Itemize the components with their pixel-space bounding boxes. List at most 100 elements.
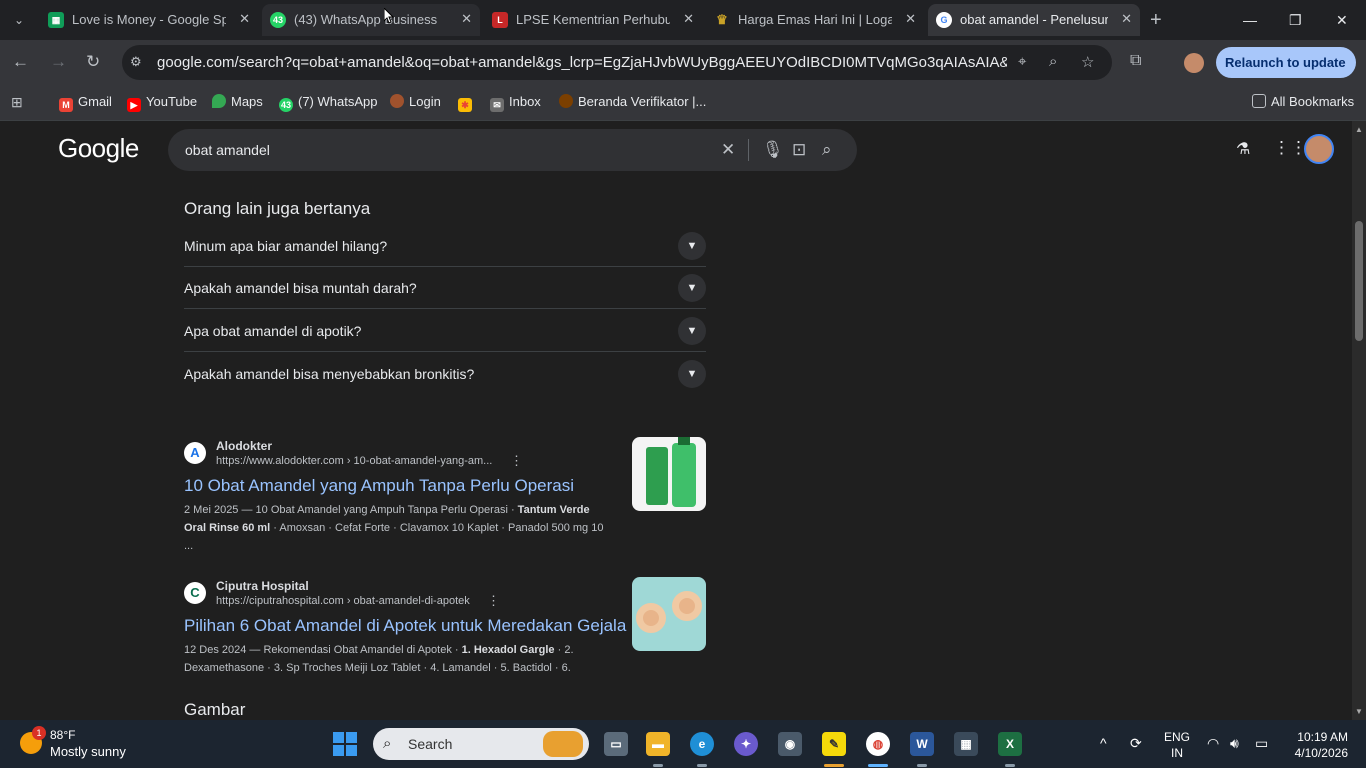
taskbar-search[interactable]: ⌕ Search [373, 728, 589, 760]
back-button[interactable]: ← [12, 51, 29, 73]
running-indicator [917, 764, 927, 767]
close-icon[interactable]: ✕ [905, 11, 916, 27]
edge-icon[interactable]: e [690, 732, 714, 756]
labs-icon[interactable]: ⚗ [1236, 139, 1250, 159]
result-source[interactable]: Ciputra Hospital [216, 579, 309, 593]
forward-button[interactable]: → [50, 51, 67, 73]
login-icon [390, 94, 404, 108]
bookmark-verifikator[interactable]: Beranda Verifikator |... [559, 94, 706, 109]
bookmark-photos[interactable]: ✱ [458, 94, 477, 112]
bookmark-maps[interactable]: Maps [212, 94, 263, 109]
close-icon[interactable]: ✕ [683, 11, 694, 27]
bookmark-whatsapp[interactable]: 43 (7) WhatsApp [279, 94, 377, 112]
paa-question[interactable]: Minum apa biar amandel hilang? ▼ [184, 225, 706, 267]
microphone-icon[interactable]: 🎙︎ [762, 140, 784, 160]
tab-lpse[interactable]: L LPSE Kementrian Perhubung ✕ [484, 4, 702, 36]
google-apps-icon[interactable]: ⋮⋮ [1273, 138, 1307, 158]
paa-question[interactable]: Apa obat amandel di apotik? ▼ [184, 310, 706, 352]
taskbar-search-label: Search [408, 736, 453, 752]
url-text[interactable]: google.com/search?q=obat+amandel&oq=obat… [157, 54, 1007, 71]
bookmark-star-icon[interactable]: ☆ [1081, 53, 1094, 71]
search-icon: ⌕ [383, 735, 392, 752]
clear-icon[interactable]: ✕ [721, 140, 735, 160]
wifi-icon[interactable]: ◠ [1207, 735, 1219, 752]
result-title-link[interactable]: 10 Obat Amandel yang Ampuh Tanpa Perlu O… [184, 476, 574, 496]
whatsapp-icon: 43 [270, 12, 286, 28]
chevron-down-icon[interactable]: ▼ [678, 360, 706, 388]
chevron-down-icon[interactable]: ▼ [678, 232, 706, 260]
chrome-icon[interactable]: ◍ [866, 732, 890, 756]
account-avatar[interactable] [1304, 134, 1334, 164]
volume-icon[interactable]: 🔊︎ [1230, 735, 1239, 752]
lens-icon[interactable]: ⊡ [792, 140, 806, 160]
new-tab-button[interactable]: + [1150, 8, 1162, 32]
maximize-button[interactable]: ❐ [1289, 8, 1302, 32]
inbox-icon: ✉ [490, 98, 504, 112]
result-thumbnail[interactable] [632, 577, 706, 651]
chevron-down-icon[interactable]: ▼ [678, 274, 706, 302]
chevron-up-icon[interactable]: ^ [1100, 735, 1107, 751]
result-title-link[interactable]: Pilihan 6 Obat Amandel di Apotek untuk M… [184, 616, 626, 636]
weather-condition: Mostly sunny [50, 744, 126, 759]
task-view-icon[interactable]: ▭ [604, 732, 628, 756]
scrollbar[interactable]: ▲ ▼ [1352, 121, 1366, 720]
minimize-button[interactable]: — [1243, 8, 1257, 32]
tab-whatsapp[interactable]: 43 (43) WhatsApp Business ✕ [262, 4, 480, 36]
window-close-button[interactable]: ✕ [1336, 8, 1348, 32]
camera-icon[interactable]: ◉ [778, 732, 802, 756]
excel-icon[interactable]: X [998, 732, 1022, 756]
bookmark-login[interactable]: Login [390, 94, 441, 109]
bookmark-gmail[interactable]: M Gmail [59, 94, 112, 112]
relaunch-button[interactable]: Relaunch to update [1216, 47, 1356, 78]
address-bar[interactable]: ⚙ google.com/search?q=obat+amandel&oq=ob… [122, 45, 1112, 80]
mouse-cursor-icon [384, 8, 394, 24]
more-options-icon[interactable]: ⋮ [487, 593, 500, 609]
word-icon[interactable]: W [910, 732, 934, 756]
bookmark-inbox[interactable]: ✉ Inbox [490, 94, 541, 112]
zoom-icon[interactable]: ⌕ [1049, 53, 1057, 70]
close-icon[interactable]: ✕ [1121, 11, 1132, 27]
chevron-down-icon[interactable]: ▼ [678, 317, 706, 345]
result-source[interactable]: Alodokter [216, 439, 272, 453]
result-url[interactable]: https://www.alodokter.com › 10-obat-aman… [216, 455, 492, 467]
paa-question[interactable]: Apakah amandel bisa menyebabkan bronkiti… [184, 353, 706, 395]
calculator-icon[interactable]: ▦ [954, 732, 978, 756]
all-bookmarks[interactable]: All Bookmarks [1252, 94, 1354, 109]
tab-search-button[interactable]: ⌄ [6, 8, 32, 32]
bookmark-label: Beranda Verifikator |... [578, 94, 707, 109]
more-options-icon[interactable]: ⋮ [510, 453, 523, 469]
search-icon[interactable]: ⌕ [822, 140, 832, 160]
tab-sheets[interactable]: ▦ Love is Money - Google Spre ✕ [40, 4, 258, 36]
reload-button[interactable]: ↻ [86, 51, 100, 73]
close-icon[interactable]: ✕ [239, 11, 250, 27]
running-indicator [653, 764, 663, 767]
battery-icon[interactable]: ▭ [1255, 735, 1268, 752]
paa-question[interactable]: Apakah amandel bisa muntah darah? ▼ [184, 267, 706, 309]
scroll-thumb[interactable] [1355, 221, 1363, 341]
start-button[interactable] [333, 732, 359, 756]
profile-avatar[interactable] [1184, 53, 1204, 73]
tab-harga-emas[interactable]: ♛ Harga Emas Hari Ini | Logam ✕ [706, 4, 924, 36]
bookmark-youtube[interactable]: ▶ YouTube [127, 94, 197, 112]
site-info-icon[interactable]: ⚙ [130, 54, 142, 70]
sticky-notes-icon[interactable]: ✎ [822, 732, 846, 756]
google-logo[interactable]: Google [58, 133, 139, 164]
copilot-icon[interactable]: ✦ [734, 732, 758, 756]
extensions-icon[interactable]: ⧉ [1130, 52, 1141, 70]
scroll-down-icon[interactable]: ▼ [1355, 707, 1363, 716]
verifikator-icon [559, 94, 573, 108]
tab-google-search[interactable]: G obat amandel - Penelusuran ✕ [928, 4, 1140, 36]
close-icon[interactable]: ✕ [461, 11, 472, 27]
location-icon[interactable]: ⌖ [1018, 53, 1026, 70]
file-explorer-icon[interactable]: ▬ [646, 732, 670, 756]
clock[interactable]: 10:19 AM 4/10/2026 [1280, 729, 1348, 761]
result-thumbnail[interactable] [632, 437, 706, 511]
search-box[interactable]: obat amandel ✕ 🎙︎ ⊡ ⌕ [168, 129, 857, 171]
sync-icon[interactable]: ⟳ [1130, 735, 1142, 752]
language-indicator[interactable]: ENG IN [1163, 729, 1191, 761]
search-input[interactable]: obat amandel [185, 142, 270, 158]
scroll-up-icon[interactable]: ▲ [1355, 125, 1363, 134]
result-url[interactable]: https://ciputrahospital.com › obat-amand… [216, 595, 470, 607]
apps-grid-icon[interactable]: ⊞ [11, 94, 23, 111]
search-result: C Ciputra Hospital https://ciputrahospit… [184, 569, 706, 679]
